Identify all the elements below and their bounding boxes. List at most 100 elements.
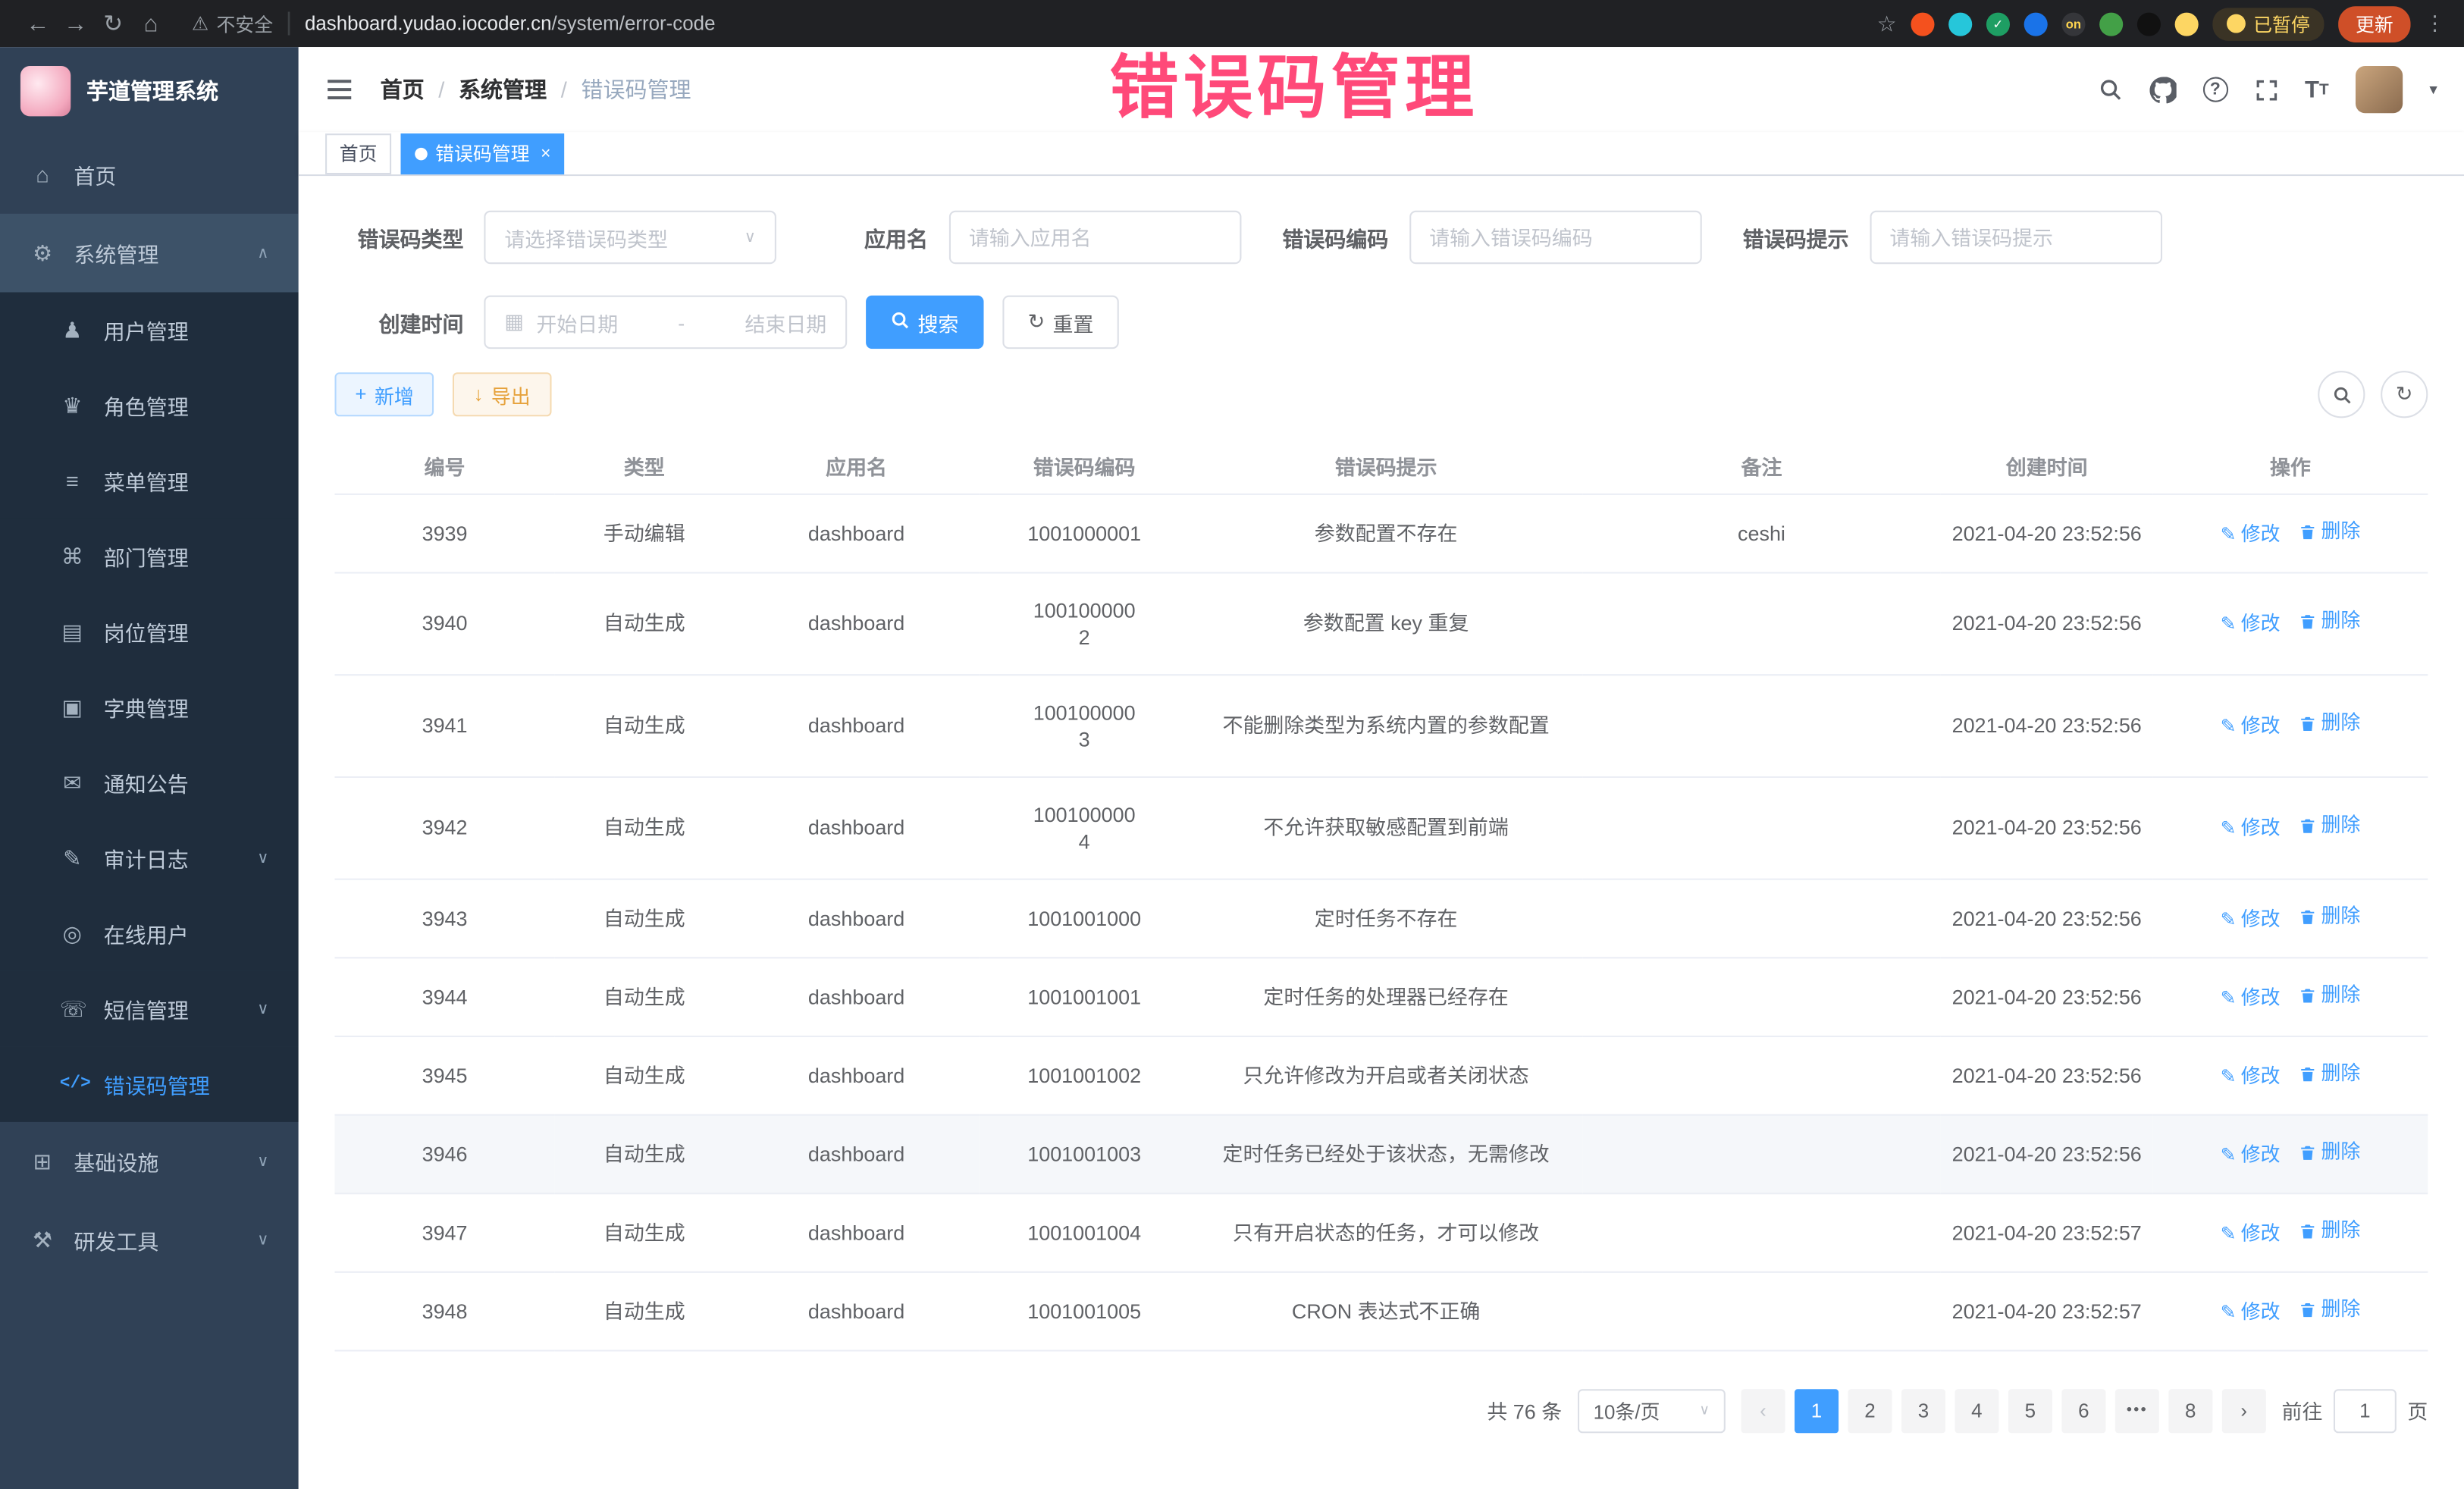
- edit-button[interactable]: ✎修改: [2221, 1063, 2281, 1089]
- extension-pin-icon[interactable]: [2137, 12, 2161, 36]
- edit-button[interactable]: ✎修改: [2221, 521, 2281, 547]
- sidebar-item-notice[interactable]: ✉通知公告: [0, 744, 299, 820]
- extension-leaf-icon[interactable]: [2099, 12, 2123, 36]
- fullscreen-icon[interactable]: [2255, 78, 2278, 102]
- goto-page-input[interactable]: [2334, 1388, 2397, 1432]
- security-chip[interactable]: ⚠ 不安全: [192, 10, 273, 36]
- start-date-placeholder: 开始日期: [536, 307, 618, 337]
- address-bar[interactable]: dashboard.yudao.iocoder.cn/system/error-…: [305, 13, 716, 35]
- reset-icon: ↻: [1028, 309, 1045, 334]
- cell-app: dashboard: [734, 1271, 979, 1350]
- sidebar-item-audit-log[interactable]: ✎审计日志∨: [0, 820, 299, 895]
- error-code-input[interactable]: [1409, 211, 1701, 264]
- edit-button[interactable]: ✎修改: [2221, 1299, 2281, 1325]
- refresh-table-button[interactable]: ↻: [2381, 371, 2428, 418]
- browser-back-icon[interactable]: ←: [19, 10, 57, 36]
- pagination-more-button[interactable]: •••: [2115, 1388, 2159, 1432]
- edit-button[interactable]: ✎修改: [2221, 816, 2281, 842]
- delete-button[interactable]: 删除: [2299, 903, 2360, 929]
- extension-red-dot-icon[interactable]: [1911, 12, 1934, 36]
- browser-forward-icon[interactable]: →: [57, 10, 95, 36]
- browser-home-icon[interactable]: ⌂: [132, 10, 170, 36]
- close-icon[interactable]: ×: [541, 144, 550, 163]
- paused-badge[interactable]: 已暂停: [2212, 7, 2324, 40]
- sidebar-item-home[interactable]: ⌂首页: [0, 135, 299, 214]
- delete-button[interactable]: 删除: [2299, 1060, 2360, 1086]
- extension-blue-grid-icon[interactable]: [2024, 12, 2048, 36]
- delete-button[interactable]: 删除: [2299, 518, 2360, 544]
- table-toolbar: + 新增 ↓ 导出 ↻: [334, 371, 2428, 418]
- delete-icon: [2299, 1143, 2316, 1161]
- pagination-page-1[interactable]: 1: [1795, 1388, 1839, 1432]
- bookmark-star-icon[interactable]: ☆: [1877, 10, 1897, 36]
- user-avatar[interactable]: [2356, 66, 2403, 113]
- avatar-caret-down-icon[interactable]: ▾: [2429, 81, 2437, 99]
- search-icon[interactable]: [2097, 77, 2122, 102]
- error-hint-input[interactable]: [1869, 211, 2161, 264]
- cell-id: 3945: [334, 1036, 554, 1114]
- tab-home[interactable]: 首页: [325, 133, 391, 174]
- edit-button[interactable]: ✎修改: [2221, 1220, 2281, 1246]
- sidebar-item-user-management[interactable]: ♟用户管理: [0, 293, 299, 368]
- sidebar-item-dict-management[interactable]: ▣字典管理: [0, 669, 299, 744]
- browser-profile-avatar[interactable]: [2175, 12, 2199, 36]
- delete-icon: [2299, 1064, 2316, 1082]
- delete-icon: [2299, 986, 2316, 1004]
- edit-button[interactable]: ✎修改: [2221, 1142, 2281, 1168]
- search-button[interactable]: 搜索: [866, 296, 983, 349]
- sidebar-item-sms-management[interactable]: ☏短信管理∨: [0, 971, 299, 1046]
- app-name-input[interactable]: [948, 211, 1241, 264]
- delete-button[interactable]: 删除: [2299, 710, 2360, 737]
- pagination-page-8[interactable]: 8: [2168, 1388, 2212, 1432]
- delete-button[interactable]: 删除: [2299, 981, 2360, 1008]
- delete-button[interactable]: 删除: [2299, 1139, 2360, 1165]
- sidebar-item-dev-tools[interactable]: ⚒研发工具∨: [0, 1201, 299, 1280]
- sidebar-item-menu-management[interactable]: ≡菜单管理: [0, 444, 299, 519]
- date-range-picker[interactable]: ▦ 开始日期 - 结束日期: [484, 296, 847, 349]
- hamburger-icon[interactable]: [325, 77, 353, 102]
- help-icon[interactable]: ?: [2202, 77, 2227, 102]
- delete-button[interactable]: 删除: [2299, 813, 2360, 839]
- sidebar-item-post-management[interactable]: ▤岗位管理: [0, 594, 299, 669]
- pagination-page-6[interactable]: 6: [2061, 1388, 2105, 1432]
- extension-green-check-icon[interactable]: ✓: [1986, 12, 2010, 36]
- tab-error-code[interactable]: 错误码管理×: [401, 133, 566, 174]
- pagination-page-2[interactable]: 2: [1848, 1388, 1892, 1432]
- delete-button[interactable]: 删除: [2299, 608, 2360, 635]
- edit-button[interactable]: ✎修改: [2221, 985, 2281, 1011]
- page-size-select[interactable]: 10条/页 ∨: [1578, 1388, 1726, 1432]
- browser-update-button[interactable]: 更新: [2338, 5, 2410, 42]
- extension-teal-dot-icon[interactable]: [1948, 12, 1972, 36]
- pagination-page-5[interactable]: 5: [2008, 1388, 2052, 1432]
- browser-reload-icon[interactable]: ↻: [94, 9, 132, 37]
- pagination-page-4[interactable]: 4: [1955, 1388, 1998, 1432]
- sidebar-logo[interactable]: 芋道管理系统: [0, 47, 299, 135]
- pagination-next-button[interactable]: ›: [2222, 1388, 2266, 1432]
- sidebar-item-system-management[interactable]: ⚙系统管理∧: [0, 214, 299, 293]
- show-search-button[interactable]: [2318, 371, 2365, 418]
- sidebar-item-infrastructure[interactable]: ⊞基础设施∨: [0, 1122, 299, 1201]
- delete-button[interactable]: 删除: [2299, 1296, 2360, 1322]
- reset-button[interactable]: ↻ 重置: [1002, 296, 1118, 349]
- browser-menu-kebab-icon[interactable]: ⋮: [2425, 11, 2445, 36]
- sidebar-item-role-management[interactable]: ♛角色管理: [0, 368, 299, 443]
- pagination-prev-button[interactable]: ‹: [1741, 1388, 1785, 1432]
- cell-type: 自动生成: [555, 1036, 734, 1114]
- edit-button[interactable]: ✎修改: [2221, 713, 2281, 740]
- delete-button[interactable]: 删除: [2299, 1217, 2360, 1243]
- extension-on-badge-icon[interactable]: on: [2061, 12, 2085, 36]
- error-type-select[interactable]: 请选择错误码类型 ∨: [484, 211, 776, 264]
- breadcrumb-item[interactable]: 首页: [381, 74, 425, 105]
- add-button[interactable]: + 新增: [334, 372, 434, 416]
- font-size-icon[interactable]: TT: [2305, 77, 2329, 103]
- export-button[interactable]: ↓ 导出: [453, 372, 551, 416]
- github-icon[interactable]: [2149, 77, 2176, 103]
- edit-button[interactable]: ✎修改: [2221, 906, 2281, 933]
- sidebar-item-dept-management[interactable]: ⌘部门管理: [0, 519, 299, 594]
- sidebar-item-online-users[interactable]: ◎在线用户: [0, 895, 299, 970]
- breadcrumb-item[interactable]: 系统管理: [459, 74, 547, 105]
- edit-button[interactable]: ✎修改: [2221, 611, 2281, 638]
- sidebar-item-error-code-management[interactable]: </>错误码管理: [0, 1046, 299, 1121]
- cell-app: dashboard: [734, 674, 979, 776]
- pagination-page-3[interactable]: 3: [1901, 1388, 1945, 1432]
